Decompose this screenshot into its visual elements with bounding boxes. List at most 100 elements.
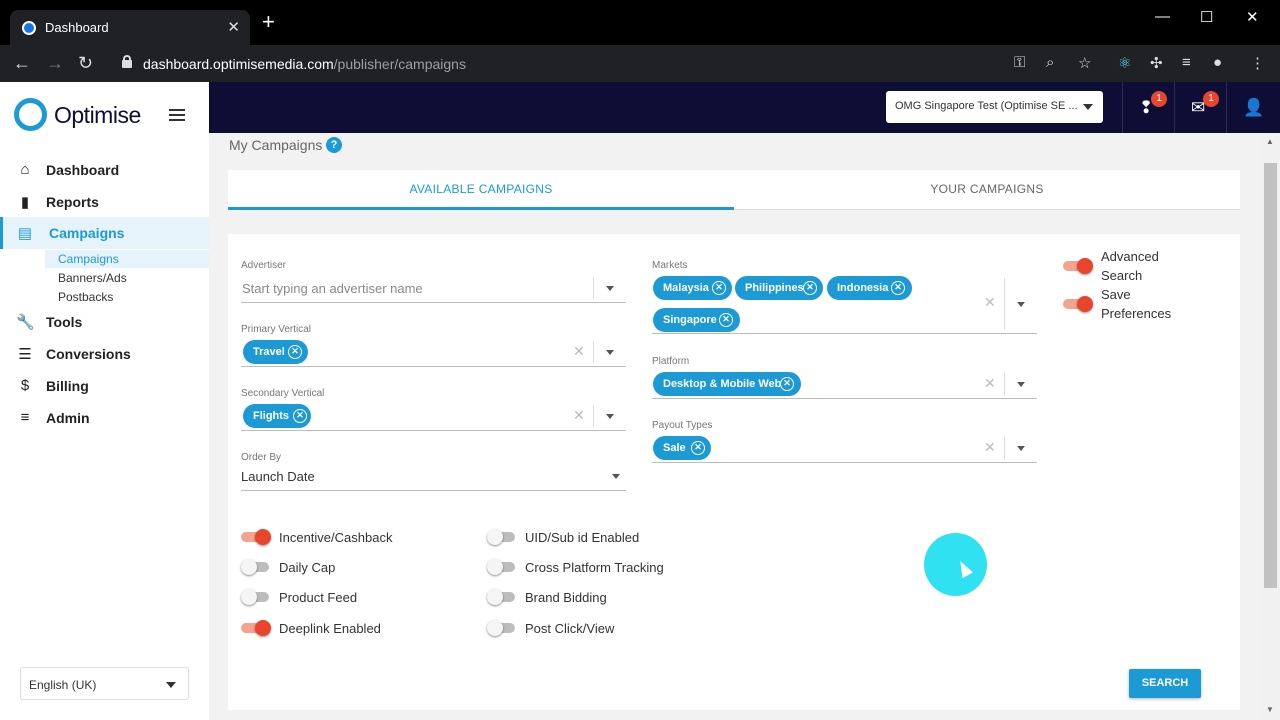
notifications-button[interactable]: ❢ 1	[1122, 82, 1173, 133]
chip-remove-icon[interactable]: ✕	[691, 441, 705, 455]
incentive-cashback-toggle[interactable]	[241, 529, 271, 545]
clear-icon[interactable]: ✕	[984, 375, 996, 392]
chevron-down-icon[interactable]	[606, 414, 614, 419]
secondary-vertical-select[interactable]: Flights ✕ ✕	[241, 403, 626, 431]
markets-select[interactable]: Malaysia ✕ Philippines ✕ Indonesia ✕ Sin…	[652, 274, 1037, 334]
browser-tab-strip: Dashboard ✕ + — ☐ ✕	[0, 0, 1280, 45]
chip-remove-icon[interactable]: ✕	[712, 281, 726, 295]
field-separator	[593, 341, 594, 363]
logo-ring-icon	[14, 98, 47, 131]
sidebar-item-tools[interactable]: 🔧 Tools	[0, 306, 209, 338]
post-click-view-toggle[interactable]	[487, 620, 517, 636]
chevron-down-icon	[1083, 104, 1093, 110]
minimize-icon[interactable]: —	[1155, 8, 1170, 25]
chevron-down-icon[interactable]	[606, 286, 614, 291]
clear-icon[interactable]: ✕	[573, 407, 585, 424]
chip-remove-icon[interactable]: ✕	[780, 377, 794, 391]
chip-remove-icon[interactable]: ✕	[803, 281, 817, 295]
sidebar-item-campaigns[interactable]: ▤ Campaigns	[0, 217, 209, 249]
deeplink-enabled-toggle[interactable]	[241, 620, 271, 636]
order-by-label: Order By	[241, 452, 282, 463]
chip-remove-icon[interactable]: ✕	[288, 345, 302, 359]
save-preferences-label-2: Preferences	[1101, 306, 1172, 321]
tab-your-campaigns[interactable]: YOUR CAMPAIGNS	[734, 170, 1240, 210]
zoom-icon[interactable]: ⌕	[1046, 54, 1054, 71]
sidebar-item-conversions[interactable]: ☰ Conversions	[0, 338, 209, 370]
daily-cap-toggle[interactable]	[241, 559, 271, 575]
menu-icon[interactable]: ⋮	[1250, 54, 1265, 72]
sidebar-subitem-banners[interactable]: Banners/Ads	[45, 269, 209, 287]
sidebar-item-billing[interactable]: $ Billing	[0, 370, 209, 402]
sidebar-item-admin[interactable]: ≡ Admin	[0, 402, 209, 434]
scrollbar-thumb[interactable]	[1264, 163, 1277, 588]
browser-tab[interactable]: Dashboard ✕	[10, 10, 250, 45]
star-icon[interactable]: ☆	[1078, 54, 1091, 72]
save-preferences-toggle[interactable]	[1063, 296, 1093, 312]
home-icon: ⌂	[20, 161, 30, 178]
sidebar-item-label: Reports	[46, 194, 99, 210]
brand-bidding-toggle[interactable]	[487, 589, 517, 605]
help-icon[interactable]: ?	[326, 137, 342, 153]
platform-select[interactable]: Desktop & Mobile Web ✕ ✕	[652, 371, 1037, 399]
maximize-icon[interactable]: ☐	[1200, 8, 1213, 26]
media-icon[interactable]: ≡	[1182, 54, 1191, 71]
user-button[interactable]: 👤	[1226, 82, 1277, 133]
cross-platform-tracking-toggle[interactable]	[487, 559, 517, 575]
url-text: dashboard.optimisemedia.com/publisher/ca…	[143, 56, 466, 72]
address-bar[interactable]: dashboard.optimisemedia.com/publisher/ca…	[108, 49, 1104, 78]
sidebar-subitem-postbacks[interactable]: Postbacks	[45, 288, 209, 306]
account-name: OMG Singapore Test (Optimise SE ...	[895, 100, 1078, 112]
chevron-down-icon[interactable]	[606, 350, 614, 355]
account-select[interactable]: OMG Singapore Test (Optimise SE ...	[886, 91, 1103, 123]
sidebar-item-dashboard[interactable]: ⌂ Dashboard	[0, 154, 209, 186]
forward-icon[interactable]: →	[46, 53, 64, 74]
chip-remove-icon[interactable]: ✕	[891, 281, 905, 295]
language-select[interactable]: English (UK)	[20, 667, 189, 700]
clear-icon[interactable]: ✕	[984, 294, 996, 311]
extensions-icon[interactable]: ✣	[1150, 54, 1163, 72]
chip-desktop-mobile-web: Desktop & Mobile Web ✕	[653, 372, 801, 396]
order-by-select[interactable]: Launch Date	[241, 463, 626, 491]
close-tab-icon[interactable]: ✕	[227, 18, 240, 36]
sidebar-subitem-campaigns[interactable]: Campaigns	[45, 250, 209, 268]
new-tab-button[interactable]: +	[262, 11, 275, 33]
chip-remove-icon[interactable]: ✕	[719, 313, 733, 327]
list-icon: ☰	[18, 346, 32, 363]
scroll-down-icon[interactable]: ▼	[1266, 705, 1274, 714]
sidebar-item-label: Campaigns	[49, 225, 125, 241]
clear-icon[interactable]: ✕	[984, 439, 996, 456]
search-button[interactable]: SEARCH	[1129, 669, 1201, 698]
sidebar: Optimise ⌂ Dashboard ▮ Reports ▤ Campaig…	[0, 82, 209, 720]
page-scrollbar[interactable]: ▲ ▼	[1262, 133, 1280, 720]
payout-types-label: Payout Types	[652, 420, 713, 431]
tab-available-campaigns[interactable]: AVAILABLE CAMPAIGNS	[228, 170, 734, 210]
product-feed-toggle[interactable]	[241, 589, 271, 605]
close-window-icon[interactable]: ✕	[1246, 8, 1259, 26]
back-icon[interactable]: ←	[13, 53, 31, 74]
primary-vertical-select[interactable]: Travel ✕ ✕	[241, 339, 626, 367]
advanced-search-toggle[interactable]	[1063, 258, 1093, 274]
lines-icon: ≡	[20, 409, 30, 426]
field-separator	[1004, 373, 1005, 395]
profile-icon[interactable]: ●	[1213, 54, 1222, 71]
chevron-down-icon[interactable]	[1017, 382, 1025, 387]
key-icon[interactable]: ⚿	[1014, 54, 1025, 71]
uid-sub-id-toggle[interactable]	[487, 529, 517, 545]
payout-types-select[interactable]: Sale ✕ ✕	[652, 435, 1037, 463]
field-separator	[593, 277, 594, 299]
sidebar-item-reports[interactable]: ▮ Reports	[0, 186, 209, 218]
scroll-up-icon[interactable]: ▲	[1266, 137, 1274, 146]
chevron-down-icon[interactable]	[1017, 302, 1025, 307]
messages-button[interactable]: ✉ 1	[1174, 82, 1225, 133]
primary-vertical-label: Primary Vertical	[241, 324, 312, 335]
sidebar-subitem-label: Campaigns	[58, 252, 119, 266]
reload-icon[interactable]: ↻	[78, 53, 93, 74]
chevron-down-icon[interactable]	[1017, 446, 1025, 451]
chip-remove-icon[interactable]: ✕	[293, 409, 307, 423]
language-value: English (UK)	[29, 678, 97, 692]
chip-sale: Sale ✕	[653, 436, 711, 460]
react-extension-icon[interactable]: ⚛	[1118, 54, 1131, 72]
clear-icon[interactable]: ✕	[573, 343, 585, 360]
hamburger-icon[interactable]	[169, 109, 185, 121]
advertiser-input[interactable]: Start typing an advertiser name	[241, 275, 626, 303]
